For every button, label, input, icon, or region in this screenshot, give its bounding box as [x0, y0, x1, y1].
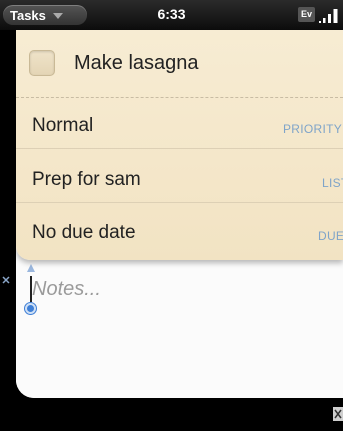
edge-marker-icon	[2, 276, 10, 284]
status-bar: Tasks 6:33 Ev	[0, 0, 343, 30]
task-complete-checkbox[interactable]	[29, 50, 55, 76]
task-title[interactable]: Make lasagna	[74, 52, 199, 75]
text-cursor	[30, 276, 32, 302]
text-cursor-handle-icon[interactable]	[24, 302, 37, 315]
priority-row[interactable]: Normal PRIORITY	[16, 103, 343, 149]
close-icon[interactable]	[333, 407, 343, 421]
task-detail-sheet: Make lasagna Normal PRIORITY Prep for sa…	[16, 30, 343, 398]
notes-area[interactable]: Notes...	[16, 260, 343, 398]
list-value: Prep for sam	[32, 169, 141, 190]
task-parchment: Make lasagna Normal PRIORITY Prep for sa…	[16, 30, 343, 260]
due-date-row[interactable]: No due date DUE	[16, 210, 343, 255]
due-date-label: DUE	[318, 229, 343, 243]
signal-strength-icon	[319, 9, 338, 23]
carrier-badge: Ev	[298, 7, 315, 22]
priority-value: Normal	[32, 115, 94, 136]
list-row[interactable]: Prep for sam LIST	[16, 157, 343, 203]
priority-label: PRIORITY	[283, 122, 343, 136]
list-label: LIST	[322, 176, 343, 190]
due-date-value: No due date	[32, 222, 136, 243]
task-title-row: Make lasagna	[16, 30, 343, 98]
notes-input[interactable]: Notes...	[32, 278, 101, 301]
clock: 6:33	[157, 6, 186, 22]
selection-handle-top-icon	[27, 264, 35, 272]
